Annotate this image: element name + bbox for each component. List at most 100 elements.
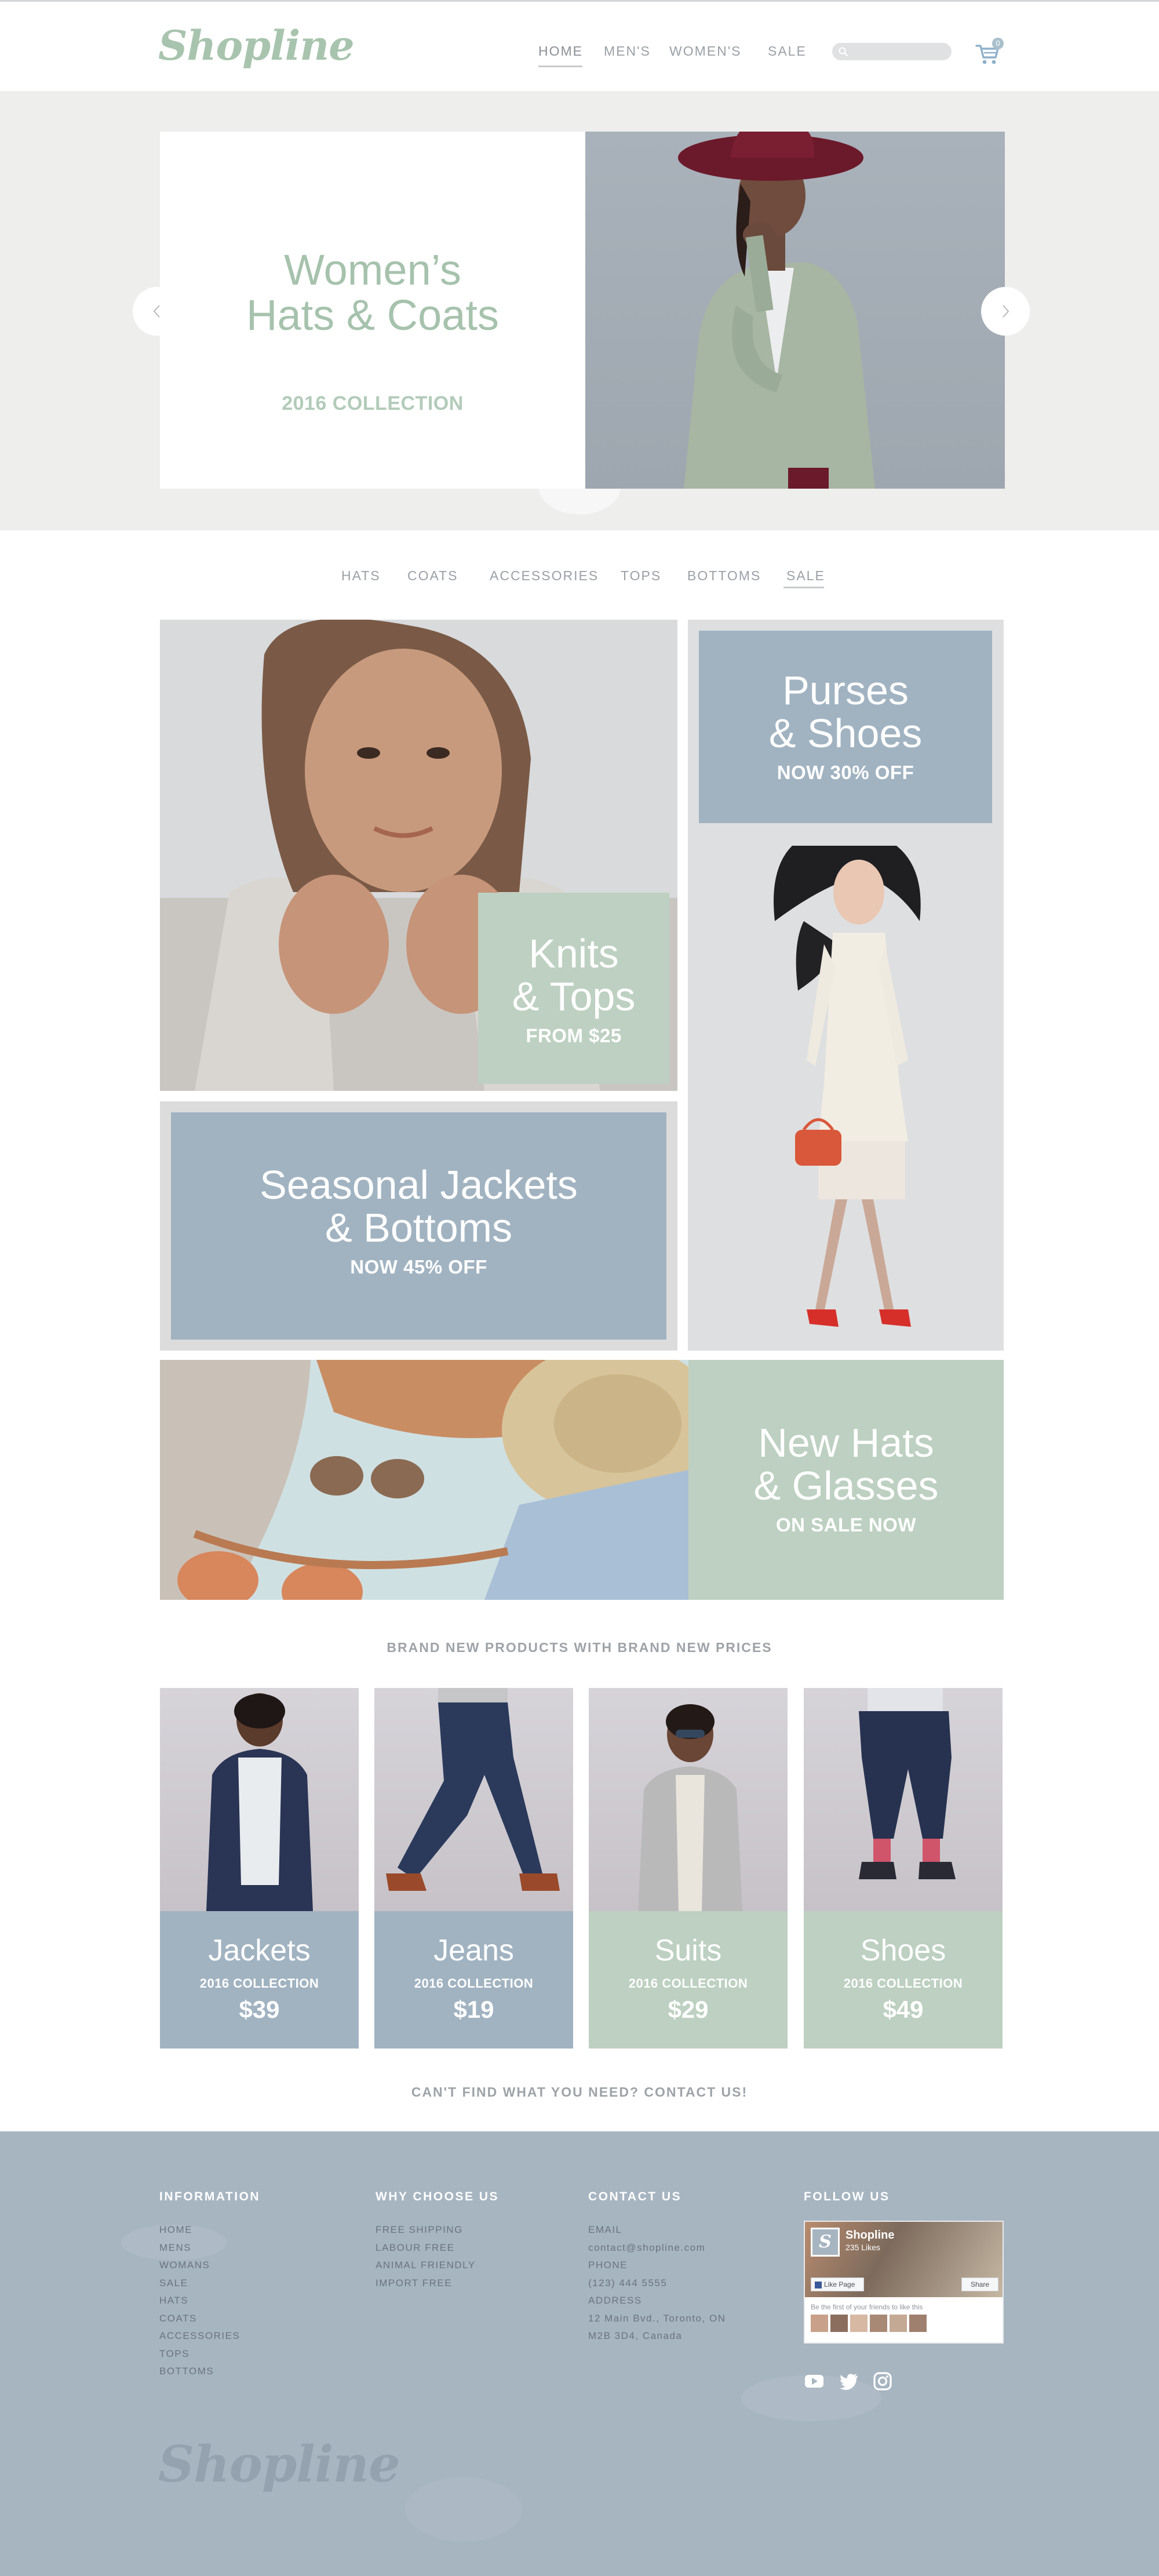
jeans-model-illustration [386, 1688, 560, 1891]
knits-title-line2: & Tops [512, 974, 636, 1019]
facebook-friends-text: Be the first of your friends to like thi… [811, 2303, 923, 2311]
hero-prev-button[interactable] [133, 287, 181, 336]
footer-heading: CONTACT US [588, 2190, 682, 2203]
footer-contact: CONTACT US EMAIL contact@shopline.com PH… [588, 2190, 726, 2345]
nav-sale[interactable]: SALE [768, 43, 807, 59]
facebook-like-button[interactable]: Like Page [811, 2277, 864, 2291]
product-name: Jeans [433, 1934, 514, 1967]
promo-purses-shoes[interactable]: Purses & Shoes NOW 30% OFF [688, 620, 1004, 1351]
nav-womens[interactable]: WOMEN'S [669, 43, 741, 59]
product-info: Jackets 2016 COLLECTION $39 [160, 1911, 359, 2049]
footer-follow-us: FOLLOW US [804, 2190, 890, 2221]
tab-tops[interactable]: TOPS [621, 568, 661, 584]
footer-link-animal-friendly[interactable]: ANIMAL FRIENDLY [376, 2257, 499, 2275]
youtube-icon[interactable] [804, 2371, 825, 2392]
hero-title-line2: Hats & Coats [246, 291, 499, 339]
facebook-friend-avatars [811, 2315, 929, 2334]
instagram-icon[interactable] [872, 2371, 893, 2392]
contact-address-line1: 12 Main Bvd., Toronto, ON [588, 2312, 726, 2324]
knits-title-line1: Knits [529, 931, 619, 976]
avatar [870, 2315, 887, 2332]
tab-accessories[interactable]: ACCESSORIES [490, 568, 599, 584]
site-header: Shopline HOME MEN'S WOMEN'S SALE 0 [0, 2, 1159, 91]
search-input[interactable] [832, 43, 952, 60]
footer-link-mens[interactable]: MENS [159, 2239, 260, 2257]
jackets-model-illustration [206, 1693, 313, 1911]
avatar [830, 2315, 848, 2332]
hero-title-line1: Women’s [284, 246, 461, 294]
purses-title-line2: & Shoes [768, 711, 923, 756]
promo-hats-glasses[interactable]: New Hats & Glasses ON SALE NOW [160, 1360, 1004, 1600]
jackets-title-line1: Seasonal Jackets [260, 1162, 578, 1207]
tab-sale[interactable]: SALE [786, 568, 825, 584]
site-logo[interactable]: Shopline [158, 21, 355, 70]
avatar [811, 2315, 828, 2332]
contact-phone[interactable]: (123) 444 5555 [588, 2275, 726, 2293]
footer-link-hats[interactable]: HATS [159, 2292, 260, 2310]
tab-coats[interactable]: COATS [407, 568, 458, 584]
nav-home[interactable]: HOME [538, 43, 583, 59]
nav-active-indicator [538, 66, 582, 67]
jackets-title-line2: & Bottoms [325, 1205, 512, 1250]
hero-model-illustration [678, 132, 875, 489]
footer-information: INFORMATION HOME MENS WOMANS SALE HATS C… [159, 2190, 260, 2381]
footer-logo[interactable]: Shopline [158, 2435, 400, 2494]
footer-link-import-free[interactable]: IMPORT FREE [376, 2275, 499, 2293]
jackets-title: Seasonal Jackets & Bottoms [171, 1163, 666, 1249]
product-name: Suits [654, 1934, 722, 1967]
hero-subtitle: 2016 COLLECTION [282, 392, 464, 414]
hero-next-button[interactable] [981, 287, 1030, 336]
facebook-page-name[interactable]: Shopline [845, 2229, 894, 2242]
product-image [160, 1688, 359, 1911]
avatar [909, 2315, 927, 2332]
facebook-likes-count: 235 Likes [845, 2243, 880, 2252]
hero-card: Women’s Hats & Coats 2016 COLLECTION [160, 132, 585, 489]
avatar [850, 2315, 868, 2332]
contact-phone-label: PHONE [588, 2260, 628, 2271]
hero-title: Women’s Hats & Coats [160, 248, 585, 338]
footer-link-home[interactable]: HOME [159, 2221, 260, 2239]
twitter-icon[interactable] [839, 2371, 859, 2392]
site-footer: INFORMATION HOME MENS WOMANS SALE HATS C… [0, 2131, 1159, 2576]
tab-bottoms[interactable]: BOTTOMS [687, 568, 761, 584]
product-collection: 2016 COLLECTION [843, 1976, 963, 1991]
hats-title: New Hats & Glasses [688, 1421, 1004, 1507]
product-price: $29 [668, 1996, 709, 2023]
tab-hats[interactable]: HATS [341, 568, 381, 584]
cart-button[interactable]: 0 [975, 38, 1005, 66]
promo-knits-tops[interactable]: Knits & Tops FROM $25 [160, 620, 677, 1091]
product-card[interactable]: Jackets 2016 COLLECTION $39 [160, 1688, 359, 2049]
footer-link-sale[interactable]: SALE [159, 2275, 260, 2293]
footer-link-tops[interactable]: TOPS [159, 2345, 260, 2363]
knits-label-box: Knits & Tops FROM $25 [478, 893, 669, 1084]
nav-mens[interactable]: MEN'S [604, 43, 651, 59]
product-card[interactable]: Shoes 2016 COLLECTION $49 [804, 1688, 1003, 2049]
product-card[interactable]: Suits 2016 COLLECTION $29 [589, 1688, 788, 2049]
footer-link-labour-free[interactable]: LABOUR FREE [376, 2239, 499, 2257]
product-collection: 2016 COLLECTION [199, 1976, 319, 1991]
hats-subtitle: ON SALE NOW [776, 1514, 916, 1536]
jackets-subtitle: NOW 45% OFF [350, 1256, 487, 1278]
chevron-left-icon [153, 305, 160, 318]
product-name: Jackets [208, 1934, 311, 1967]
footer-link-accessories[interactable]: ACCESSORIES [159, 2327, 260, 2345]
purses-subtitle: NOW 30% OFF [777, 762, 914, 783]
facebook-widget[interactable]: S Shopline 235 Likes Like Page Share Be … [804, 2221, 1004, 2344]
footer-link-free-shipping[interactable]: FREE SHIPPING [376, 2221, 499, 2239]
contact-email-label: EMAIL [588, 2224, 622, 2235]
promo-jackets-bottoms[interactable]: Seasonal Jackets & Bottoms NOW 45% OFF [160, 1101, 677, 1351]
footer-link-bottoms[interactable]: BOTTOMS [159, 2363, 260, 2381]
avatar [890, 2315, 907, 2332]
footer-heading: WHY CHOOSE US [376, 2190, 499, 2203]
footer-link-womans[interactable]: WOMANS [159, 2257, 260, 2275]
product-price: $19 [453, 1996, 494, 2023]
contact-cta-link[interactable]: CAN'T FIND WHAT YOU NEED? CONTACT US! [0, 2084, 1159, 2100]
hats-label-box: New Hats & Glasses ON SALE NOW [688, 1360, 1004, 1600]
footer-link-coats[interactable]: COATS [159, 2310, 260, 2328]
hats-title-line1: New Hats [758, 1420, 934, 1465]
purses-label-box: Purses & Shoes NOW 30% OFF [699, 631, 992, 823]
facebook-share-button[interactable]: Share [961, 2277, 998, 2291]
category-active-indicator [783, 587, 824, 588]
contact-email[interactable]: contact@shopline.com [588, 2239, 726, 2257]
product-card[interactable]: Jeans 2016 COLLECTION $19 [374, 1688, 573, 2049]
